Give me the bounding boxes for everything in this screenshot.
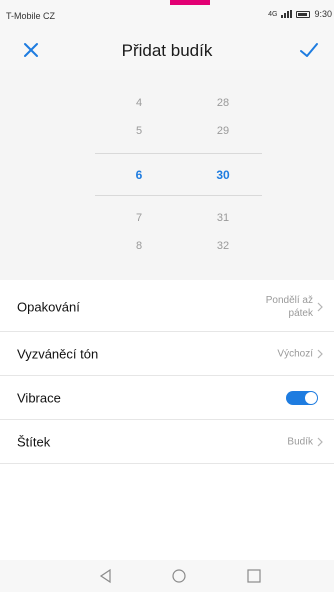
minute-option[interactable]: 32 <box>203 240 243 252</box>
chevron-right-icon <box>317 437 323 446</box>
repeat-value-line1: Pondělí až <box>265 294 313 306</box>
settings-row-ringtone[interactable]: Vyzváněcí tón Výchozí <box>0 332 334 376</box>
battery-icon <box>296 10 311 18</box>
carrier-brand-tab <box>170 0 210 5</box>
status-icons: 4G 9:30 <box>268 9 332 19</box>
app-bar: Přidat budík <box>0 30 334 70</box>
minute-option[interactable]: 28 <box>203 97 243 109</box>
settings-row-vibration[interactable]: Vibrace <box>0 376 334 420</box>
minute-option[interactable]: 31 <box>203 212 243 224</box>
time-picker: 4 5 6 7 8 28 29 30 31 32 <box>0 70 334 280</box>
vibration-label: Vibrace <box>17 390 61 405</box>
system-nav-bar <box>0 560 334 592</box>
ringtone-label: Vyzváněcí tón <box>17 346 99 361</box>
carrier-name: T-Mobile CZ <box>6 11 56 21</box>
back-button[interactable] <box>97 568 115 584</box>
settings-row-label[interactable]: Štítek Budík <box>0 420 334 464</box>
settings-row-repeat[interactable]: Opakování Pondělí až pátek <box>0 282 334 332</box>
confirm-button[interactable] <box>298 39 320 61</box>
hour-wheel[interactable]: 4 5 6 7 8 <box>119 70 159 280</box>
chevron-right-icon <box>317 349 323 358</box>
vibration-toggle[interactable] <box>286 390 318 405</box>
hour-option[interactable]: 7 <box>119 212 159 224</box>
hour-option[interactable]: 5 <box>119 125 159 137</box>
repeat-value-line2: pátek <box>288 307 313 319</box>
network-type: 4G <box>268 10 278 18</box>
checkmark-icon <box>300 43 318 57</box>
ringtone-value: Výchozí <box>277 348 313 359</box>
page-title: Přidat budík <box>121 41 213 60</box>
label-value: Budík <box>287 436 313 447</box>
status-bar: T-Mobile CZ 4G 9:30 <box>0 0 334 30</box>
toggle-knob <box>305 391 317 404</box>
signal-icon <box>281 10 293 18</box>
minute-option[interactable]: 29 <box>203 125 243 137</box>
hour-option[interactable]: 8 <box>119 240 159 252</box>
minute-wheel[interactable]: 28 29 30 31 32 <box>203 70 243 280</box>
recents-square-icon <box>247 569 261 583</box>
alarm-settings-list: Opakování Pondělí až pátek Vyzváněcí tón… <box>0 280 334 540</box>
selected-hour[interactable]: 6 <box>119 168 159 182</box>
home-button[interactable] <box>170 568 188 584</box>
repeat-label: Opakování <box>17 299 80 314</box>
chevron-right-icon <box>317 302 323 311</box>
label-label: Štítek <box>17 434 51 449</box>
back-triangle-icon <box>99 568 111 584</box>
clock: 9:30 <box>314 9 332 19</box>
hour-option[interactable]: 4 <box>119 97 159 109</box>
repeat-value: Pondělí až pátek <box>253 294 313 320</box>
home-circle-icon <box>172 569 186 583</box>
selected-minute[interactable]: 30 <box>203 168 243 182</box>
recents-button[interactable] <box>245 568 263 584</box>
